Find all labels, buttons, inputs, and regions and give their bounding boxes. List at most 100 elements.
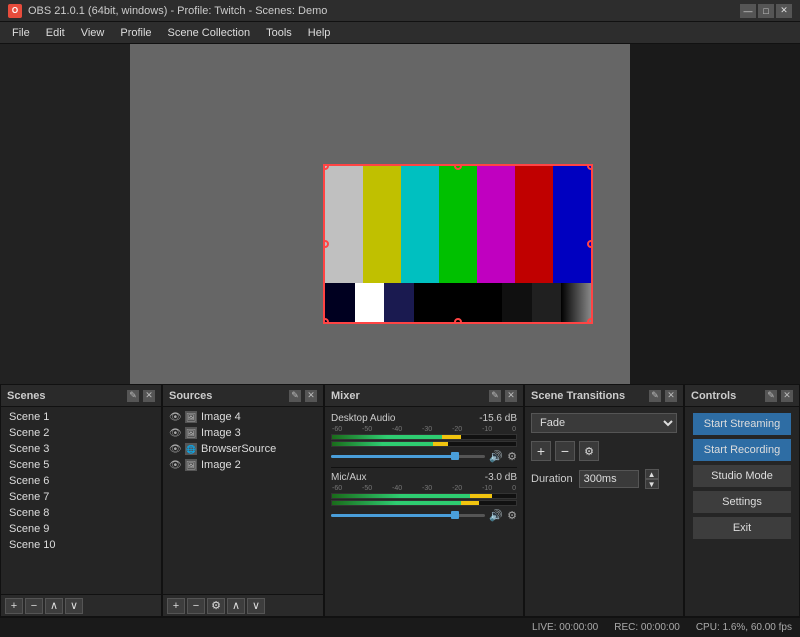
preview-left-black	[0, 44, 130, 384]
scenes-add-button[interactable]: +	[5, 598, 23, 614]
sources-up-button[interactable]: ∧	[227, 598, 245, 614]
eye-icon[interactable]: 👁	[169, 444, 181, 454]
duration-down-button[interactable]: ▼	[645, 479, 659, 489]
scene-item[interactable]: Scene 5	[1, 457, 161, 473]
transitions-close-icon[interactable]: ✕	[665, 390, 677, 402]
close-button[interactable]: ✕	[776, 4, 792, 18]
source-item[interactable]: 👁 🖼 Image 3	[163, 425, 323, 441]
desktop-gear-icon[interactable]: ⚙	[507, 450, 517, 463]
title-bar-left: O OBS 21.0.1 (64bit, windows) - Profile:…	[8, 4, 327, 18]
scene-item[interactable]: Scene 8	[1, 505, 161, 521]
eye-icon[interactable]: 👁	[169, 412, 181, 422]
menu-scene-collection[interactable]: Scene Collection	[160, 25, 259, 41]
mic-meter-yellow2	[461, 501, 479, 505]
handle-bl[interactable]	[323, 318, 329, 324]
bar-b7	[561, 283, 591, 322]
mic-slider-row: 🔊 ⚙	[331, 509, 517, 522]
transition-gear-button[interactable]: ⚙	[579, 441, 599, 461]
desktop-slider-thumb[interactable]	[451, 452, 459, 460]
handle-bm[interactable]	[454, 318, 462, 324]
transitions-panel-header: Scene Transitions ✎ ✕	[525, 385, 683, 407]
transition-select[interactable]: Fade	[531, 413, 677, 433]
scenes-footer: + − ∧ ∨	[1, 594, 161, 616]
sources-remove-button[interactable]: −	[187, 598, 205, 614]
scene-item[interactable]: Scene 9	[1, 521, 161, 537]
source-item[interactable]: 👁 🖼 Image 2	[163, 457, 323, 473]
bar-yellow	[363, 166, 401, 283]
bar-b3	[384, 283, 414, 322]
bar-b5	[502, 283, 532, 322]
scenes-remove-button[interactable]: −	[25, 598, 43, 614]
duration-up-button[interactable]: ▲	[645, 469, 659, 479]
panels-row: Scenes ✎ ✕ Scene 1 Scene 2 Scene 3 Scene…	[0, 384, 800, 617]
controls-panel: Controls ✎ ✕ Start Streaming Start Recor…	[684, 384, 800, 617]
handle-br[interactable]	[587, 318, 593, 324]
mixer-divider	[331, 467, 517, 468]
mic-meter-bar2	[331, 500, 517, 506]
meter-yellow2	[433, 442, 448, 446]
mixer-desktop-db: -15.6 dB	[479, 413, 517, 424]
settings-button[interactable]: Settings	[693, 491, 791, 513]
transitions-config-icon[interactable]: ✎	[649, 390, 661, 402]
source-item[interactable]: 👁 🌐 BrowserSource	[163, 441, 323, 457]
transitions-panel: Scene Transitions ✎ ✕ Fade + − ⚙ Duratio…	[524, 384, 684, 617]
sources-down-button[interactable]: ∨	[247, 598, 265, 614]
mic-slider-thumb[interactable]	[451, 511, 459, 519]
transition-add-button[interactable]: +	[531, 441, 551, 461]
controls-close-icon[interactable]: ✕	[781, 390, 793, 402]
bar-b4	[414, 283, 503, 322]
menu-view[interactable]: View	[73, 25, 113, 41]
start-streaming-button[interactable]: Start Streaming	[693, 413, 791, 435]
scene-item[interactable]: Scene 1	[1, 409, 161, 425]
scene-item[interactable]: Scene 3	[1, 441, 161, 457]
scenes-down-button[interactable]: ∨	[65, 598, 83, 614]
sources-close-icon[interactable]: ✕	[305, 390, 317, 402]
mixer-panel-icons: ✎ ✕	[489, 390, 517, 402]
menu-tools[interactable]: Tools	[258, 25, 300, 41]
mic-meter-green2	[332, 501, 461, 505]
scenes-panel-icons: ✎ ✕	[127, 390, 155, 402]
title-text: OBS 21.0.1 (64bit, windows) - Profile: T…	[28, 5, 327, 17]
sources-gear-button[interactable]: ⚙	[207, 598, 225, 614]
mic-meter-empty	[492, 494, 516, 498]
sources-config-icon[interactable]: ✎	[289, 390, 301, 402]
studio-mode-button[interactable]: Studio Mode	[693, 465, 791, 487]
handle-tr[interactable]	[587, 164, 593, 170]
desktop-mute-icon[interactable]: 🔊	[489, 450, 503, 463]
mixer-close-icon[interactable]: ✕	[505, 390, 517, 402]
scenes-close-icon[interactable]: ✕	[143, 390, 155, 402]
mic-meter-empty2	[479, 501, 516, 505]
start-recording-button[interactable]: Start Recording	[693, 439, 791, 461]
eye-icon[interactable]: 👁	[169, 428, 181, 438]
menu-file[interactable]: File	[4, 25, 38, 41]
mixer-mic-name: Mic/Aux	[331, 472, 367, 483]
rec-status: REC: 00:00:00	[614, 622, 680, 633]
source-item[interactable]: 👁 🖼 Image 4	[163, 409, 323, 425]
scenes-up-button[interactable]: ∧	[45, 598, 63, 614]
mic-mute-icon[interactable]: 🔊	[489, 509, 503, 522]
browser-icon: 🌐	[185, 443, 197, 455]
mic-slider[interactable]	[331, 514, 485, 517]
scene-item[interactable]: Scene 7	[1, 489, 161, 505]
minimize-button[interactable]: —	[740, 4, 756, 18]
duration-row: Duration ▲ ▼	[531, 469, 677, 489]
menu-profile[interactable]: Profile	[112, 25, 159, 41]
scene-item[interactable]: Scene 2	[1, 425, 161, 441]
mixer-config-icon[interactable]: ✎	[489, 390, 501, 402]
obs-icon: O	[8, 4, 22, 18]
sources-add-button[interactable]: +	[167, 598, 185, 614]
duration-input[interactable]	[579, 470, 639, 488]
menu-help[interactable]: Help	[300, 25, 339, 41]
scenes-config-icon[interactable]: ✎	[127, 390, 139, 402]
maximize-button[interactable]: □	[758, 4, 774, 18]
exit-button[interactable]: Exit	[693, 517, 791, 539]
scene-item[interactable]: Scene 10	[1, 537, 161, 553]
transition-remove-button[interactable]: −	[555, 441, 575, 461]
scene-item[interactable]: Scene 6	[1, 473, 161, 489]
desktop-slider[interactable]	[331, 455, 485, 458]
controls-config-icon[interactable]: ✎	[765, 390, 777, 402]
menu-edit[interactable]: Edit	[38, 25, 73, 41]
handle-mr[interactable]	[587, 240, 593, 248]
mic-gear-icon[interactable]: ⚙	[507, 509, 517, 522]
eye-icon[interactable]: 👁	[169, 460, 181, 470]
